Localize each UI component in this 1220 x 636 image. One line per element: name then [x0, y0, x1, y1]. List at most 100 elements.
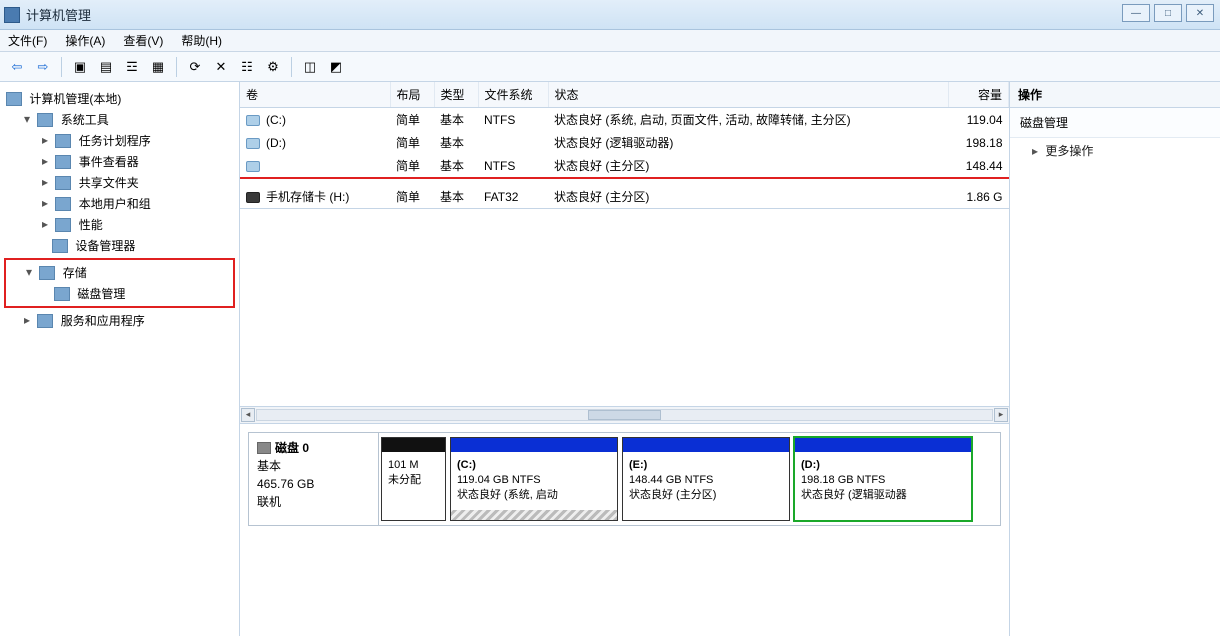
partition[interactable]: (D:)198.18 GB NTFS状态良好 (逻辑驱动器: [794, 437, 972, 521]
view2-button[interactable]: ◩: [325, 56, 347, 78]
table-row[interactable]: 手机存储卡 (H:)简单基本FAT32状态良好 (主分区)1.86 G: [240, 185, 1009, 208]
disk-graphical-view: 磁盘 0 基本 465.76 GB 联机 101 M未分配(C:)119.04 …: [240, 424, 1009, 636]
col-fs[interactable]: 文件系统: [478, 82, 548, 108]
actions-more[interactable]: ▸ 更多操作: [1010, 138, 1220, 163]
show-hide-button[interactable]: ▤: [95, 56, 117, 78]
volume-icon: [246, 115, 260, 126]
cell-status: 状态良好 (主分区): [548, 185, 949, 208]
users-icon: [55, 197, 71, 211]
tree-event-viewer[interactable]: ▸ 事件查看器: [4, 151, 235, 172]
tree-storage[interactable]: ▾ 存储: [6, 262, 233, 283]
scroll-left-arrow[interactable]: ◂: [241, 408, 255, 422]
cell-fs: NTFS: [478, 108, 548, 132]
cell-type: 基本: [434, 185, 478, 208]
col-volume[interactable]: 卷: [240, 82, 390, 108]
window-title: 计算机管理: [26, 5, 91, 24]
cell-fs: [478, 131, 548, 154]
actions-more-label: 更多操作: [1045, 144, 1093, 158]
partition-body: (D:)198.18 GB NTFS状态良好 (逻辑驱动器: [795, 452, 971, 520]
actions-section[interactable]: 磁盘管理: [1010, 108, 1220, 138]
expander-icon[interactable]: ▾: [22, 112, 32, 126]
disk-row: 磁盘 0 基本 465.76 GB 联机 101 M未分配(C:)119.04 …: [248, 432, 1001, 526]
scroll-right-arrow[interactable]: ▸: [994, 408, 1008, 422]
window-controls: — □ ✕: [1122, 4, 1214, 22]
table-row[interactable]: (C:)简单基本NTFS状态良好 (系统, 启动, 页面文件, 活动, 故障转储…: [240, 108, 1009, 132]
view1-button[interactable]: ◫: [299, 56, 321, 78]
expander-icon[interactable]: ▸: [40, 133, 50, 147]
tree-performance[interactable]: ▸ 性能: [4, 214, 235, 235]
cell-capacity: 198.18: [949, 131, 1009, 154]
tree-device-manager[interactable]: 设备管理器: [4, 235, 235, 256]
expander-icon[interactable]: ▸: [40, 196, 50, 210]
tree-services[interactable]: ▸ 服务和应用程序: [4, 310, 235, 331]
app-icon: [4, 7, 20, 23]
tree-label: 本地用户和组: [79, 197, 151, 211]
tree-root[interactable]: 计算机管理(本地): [4, 88, 235, 109]
menu-help[interactable]: 帮助(H): [181, 32, 222, 49]
tree-system-tools[interactable]: ▾ 系统工具: [4, 109, 235, 130]
tree-label: 磁盘管理: [77, 287, 125, 301]
center-pane: 卷 布局 类型 文件系统 状态 容量 (C:)简单基本NTFS状态良好 (系统,…: [240, 82, 1010, 636]
cell-layout: 简单: [390, 154, 434, 178]
tree-disk-management[interactable]: 磁盘管理: [6, 283, 233, 304]
up-button[interactable]: ▣: [69, 56, 91, 78]
partition-size: 101 M: [388, 459, 419, 471]
cell-capacity: 1.86 G: [949, 185, 1009, 208]
partition-size: 198.18 GB NTFS: [801, 474, 885, 486]
forward-button[interactable]: ⇨: [32, 56, 54, 78]
expander-icon[interactable]: ▸: [22, 313, 32, 327]
table-row[interactable]: (D:)简单基本状态良好 (逻辑驱动器)198.18: [240, 131, 1009, 154]
minimize-button[interactable]: —: [1122, 4, 1150, 22]
scroll-thumb[interactable]: [588, 410, 662, 420]
tree-local-users[interactable]: ▸ 本地用户和组: [4, 193, 235, 214]
partition-body: 101 M未分配: [382, 452, 445, 520]
cell-fs: FAT32: [478, 185, 548, 208]
col-capacity[interactable]: 容量: [949, 82, 1009, 108]
chevron-right-icon: ▸: [1032, 144, 1038, 158]
partition-header: [623, 438, 789, 452]
list-button[interactable]: ☲: [121, 56, 143, 78]
cell-type: 基本: [434, 108, 478, 132]
title-bar: 计算机管理 — □ ✕: [0, 0, 1220, 30]
back-button[interactable]: ⇦: [6, 56, 28, 78]
properties-button[interactable]: ☷: [236, 56, 258, 78]
cell-type: 基本: [434, 131, 478, 154]
volume-table-wrap: 卷 布局 类型 文件系统 状态 容量 (C:)简单基本NTFS状态良好 (系统,…: [240, 82, 1009, 209]
tree-label: 性能: [79, 218, 103, 232]
actions-header: 操作: [1010, 82, 1220, 108]
scheduler-icon: [55, 134, 71, 148]
partition[interactable]: (E:)148.44 GB NTFS状态良好 (主分区): [622, 437, 790, 521]
col-type[interactable]: 类型: [434, 82, 478, 108]
expander-icon[interactable]: ▸: [40, 175, 50, 189]
partition[interactable]: (C:)119.04 GB NTFS状态良好 (系统, 启动: [450, 437, 618, 521]
partition-size: 119.04 GB NTFS: [457, 474, 541, 486]
delete-button[interactable]: ✕: [210, 56, 232, 78]
partition-hatch: [451, 510, 617, 520]
expander-icon[interactable]: ▸: [40, 217, 50, 231]
tree-label: 共享文件夹: [79, 176, 139, 190]
toolbar-separator: [291, 57, 292, 77]
tree-task-scheduler[interactable]: ▸ 任务计划程序: [4, 130, 235, 151]
settings-button[interactable]: ⚙: [262, 56, 284, 78]
col-layout[interactable]: 布局: [390, 82, 434, 108]
refresh-button[interactable]: ⟳: [184, 56, 206, 78]
properties2-button[interactable]: ▦: [147, 56, 169, 78]
scroll-track[interactable]: [256, 409, 993, 421]
close-button[interactable]: ✕: [1186, 4, 1214, 22]
menu-view[interactable]: 查看(V): [123, 32, 163, 49]
menu-action[interactable]: 操作(A): [65, 32, 105, 49]
expander-icon[interactable]: ▸: [40, 154, 50, 168]
volume-table: 卷 布局 类型 文件系统 状态 容量 (C:)简单基本NTFS状态良好 (系统,…: [240, 82, 1009, 208]
expander-icon[interactable]: ▾: [24, 265, 34, 279]
partition[interactable]: 101 M未分配: [381, 437, 446, 521]
tree-shared-folders[interactable]: ▸ 共享文件夹: [4, 172, 235, 193]
maximize-button[interactable]: □: [1154, 4, 1182, 22]
disk-info[interactable]: 磁盘 0 基本 465.76 GB 联机: [249, 433, 379, 525]
tree-label: 设备管理器: [75, 239, 135, 253]
horizontal-scrollbar[interactable]: ◂ ▸: [240, 406, 1009, 424]
table-row[interactable]: 简单基本NTFS状态良好 (主分区)148.44: [240, 154, 1009, 178]
toolbar-separator: [176, 57, 177, 77]
menu-file[interactable]: 文件(F): [8, 32, 47, 49]
col-status[interactable]: 状态: [548, 82, 949, 108]
share-icon: [55, 176, 71, 190]
